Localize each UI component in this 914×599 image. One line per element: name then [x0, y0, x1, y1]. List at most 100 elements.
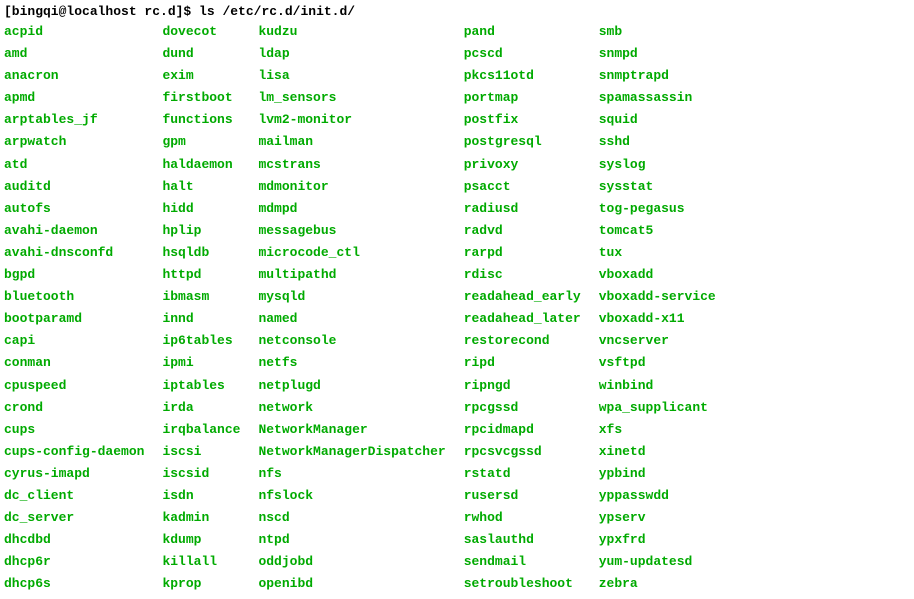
ls-entry: capi: [4, 330, 144, 352]
ls-entry: irda: [162, 397, 240, 419]
ls-entry: kprop: [162, 573, 240, 595]
ls-column: kudzuldaplisalm_sensorslvm2-monitormailm…: [258, 21, 445, 595]
ls-entry: haldaemon: [162, 154, 240, 176]
ls-entry: exim: [162, 65, 240, 87]
ls-entry: spamassassin: [599, 87, 716, 109]
ls-entry: anacron: [4, 65, 144, 87]
ls-entry: postgresql: [464, 131, 581, 153]
ls-entry: avahi-daemon: [4, 220, 144, 242]
ls-entry: oddjobd: [258, 551, 445, 573]
ls-entry: mcstrans: [258, 154, 445, 176]
ls-entry: ripd: [464, 352, 581, 374]
ls-entry: iscsi: [162, 441, 240, 463]
ls-column: pandpcscdpkcs11otdportmappostfixpostgres…: [464, 21, 581, 595]
ls-entry: httpd: [162, 264, 240, 286]
ls-entry: conman: [4, 352, 144, 374]
ls-entry: cups-config-daemon: [4, 441, 144, 463]
ls-entry: radvd: [464, 220, 581, 242]
ls-entry: cyrus-imapd: [4, 463, 144, 485]
ls-entry: ipmi: [162, 352, 240, 374]
ls-entry: netplugd: [258, 375, 445, 397]
ls-entry: mdmonitor: [258, 176, 445, 198]
ls-output: acpidamdanacronapmdarptables_jfarpwatch a…: [4, 21, 910, 595]
ls-entry: firstboot: [162, 87, 240, 109]
ls-entry: arpwatch: [4, 131, 144, 153]
ls-entry: auditd: [4, 176, 144, 198]
ls-entry: acpid: [4, 21, 144, 43]
ls-entry: hplip: [162, 220, 240, 242]
ls-column: dovecotdundeximfirstbootfunctionsgpmhald…: [162, 21, 240, 595]
ls-entry: ypbind: [599, 463, 716, 485]
ls-entry: vboxadd-service: [599, 286, 716, 308]
ls-entry: smb: [599, 21, 716, 43]
ls-entry: multipathd: [258, 264, 445, 286]
ls-entry: xfs: [599, 419, 716, 441]
ls-entry: network: [258, 397, 445, 419]
ls-entry: setroubleshoot: [464, 573, 581, 595]
ls-column: acpidamdanacronapmdarptables_jfarpwatch a…: [4, 21, 144, 595]
ls-entry: snmptrapd: [599, 65, 716, 87]
ls-entry: yppasswdd: [599, 485, 716, 507]
ls-entry: killall: [162, 551, 240, 573]
ls-entry: radiusd: [464, 198, 581, 220]
ls-entry: nfslock: [258, 485, 445, 507]
ls-entry: portmap: [464, 87, 581, 109]
ls-entry: vncserver: [599, 330, 716, 352]
ls-entry: tog-pegasus: [599, 198, 716, 220]
shell-prompt-line: [bingqi@localhost rc.d]$ ls /etc/rc.d/in…: [4, 4, 910, 19]
ls-entry: dhcp6s: [4, 573, 144, 595]
ls-entry: kdump: [162, 529, 240, 551]
ls-entry: bootparamd: [4, 308, 144, 330]
ls-entry: nscd: [258, 507, 445, 529]
ls-entry: sysstat: [599, 176, 716, 198]
ls-entry: autofs: [4, 198, 144, 220]
ls-entry: postfix: [464, 109, 581, 131]
ls-entry: named: [258, 308, 445, 330]
ls-entry: kudzu: [258, 21, 445, 43]
ls-entry: vboxadd: [599, 264, 716, 286]
ls-entry: vboxadd-x11: [599, 308, 716, 330]
ls-entry: microcode_ctl: [258, 242, 445, 264]
ls-entry: rarpd: [464, 242, 581, 264]
ls-entry: readahead_later: [464, 308, 581, 330]
ls-entry: dhcp6r: [4, 551, 144, 573]
ls-entry: restorecond: [464, 330, 581, 352]
ls-entry: hidd: [162, 198, 240, 220]
ls-entry: rusersd: [464, 485, 581, 507]
ls-entry: readahead_early: [464, 286, 581, 308]
ls-entry: sendmail: [464, 551, 581, 573]
ls-entry: cpuspeed: [4, 375, 144, 397]
ls-entry: rstatd: [464, 463, 581, 485]
ls-entry: rpcidmapd: [464, 419, 581, 441]
ls-entry: pkcs11otd: [464, 65, 581, 87]
ls-entry: mailman: [258, 131, 445, 153]
ls-entry: netconsole: [258, 330, 445, 352]
prompt-prefix: [bingqi@localhost rc.d]$: [4, 4, 191, 19]
ls-entry: snmpd: [599, 43, 716, 65]
ls-entry: arptables_jf: [4, 109, 144, 131]
ls-entry: amd: [4, 43, 144, 65]
ls-entry: tux: [599, 242, 716, 264]
ls-entry: apmd: [4, 87, 144, 109]
ls-entry: openibd: [258, 573, 445, 595]
ls-entry: mdmpd: [258, 198, 445, 220]
ls-entry: lm_sensors: [258, 87, 445, 109]
ls-entry: dovecot: [162, 21, 240, 43]
ls-entry: rpcsvcgssd: [464, 441, 581, 463]
ls-entry: sshd: [599, 131, 716, 153]
ls-entry: gpm: [162, 131, 240, 153]
ls-entry: avahi-dnsconfd: [4, 242, 144, 264]
ls-entry: messagebus: [258, 220, 445, 242]
prompt-command: ls /etc/rc.d/init.d/: [199, 4, 355, 19]
ls-entry: squid: [599, 109, 716, 131]
ls-entry: ldap: [258, 43, 445, 65]
ls-entry: pand: [464, 21, 581, 43]
ls-entry: rdisc: [464, 264, 581, 286]
ls-entry: bgpd: [4, 264, 144, 286]
ls-entry: ntpd: [258, 529, 445, 551]
ls-entry: ibmasm: [162, 286, 240, 308]
ls-entry: kadmin: [162, 507, 240, 529]
ls-column: smbsnmpdsnmptrapdspamassassinsquidsshd sy…: [599, 21, 716, 595]
ls-entry: netfs: [258, 352, 445, 374]
ls-entry: innd: [162, 308, 240, 330]
